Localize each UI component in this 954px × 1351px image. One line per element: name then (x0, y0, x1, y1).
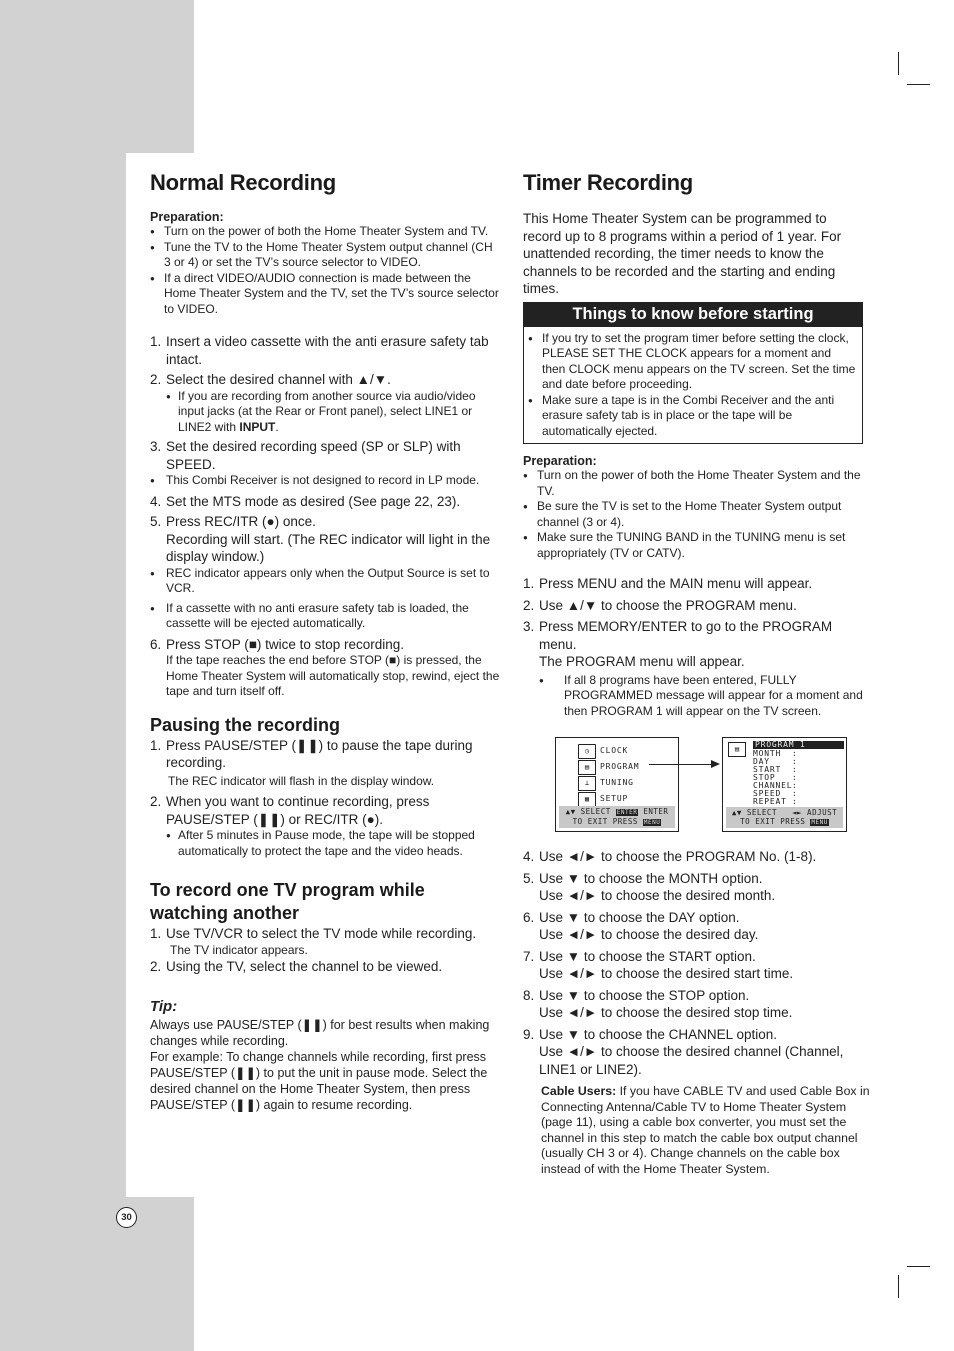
crop-mark (907, 84, 930, 85)
program-field: REPEAT: (753, 797, 798, 806)
list-item: After 5 minutes in Pause mode, the tape … (150, 828, 502, 859)
program-icon: ▤ (578, 760, 596, 775)
timer-recording-section: Timer Recording This Home Theater System… (523, 170, 871, 719)
list-item: If a direct VIDEO/AUDIO connection is ma… (150, 271, 502, 318)
arrow-head-icon (711, 760, 720, 768)
step-item: 1. Press MENU and the MAIN menu will appe… (523, 576, 813, 591)
step-item: 6. Use ▼ to choose the DAY option. Use ◄/►… (523, 909, 759, 943)
step-item: 3. Press MEMORY/ENTER to go to the PROGRA… (523, 619, 833, 652)
timer-steps: 4. Use ◄/► to choose the PROGRAM No. (1-8… (523, 848, 871, 1177)
list-item: If a cassette with no anti erasure safet… (150, 601, 502, 632)
list-item: Turn on the power of both the Home Theat… (523, 468, 871, 499)
step-item: 2. Use ▲/▼ to choose the PROGRAM menu. (523, 597, 797, 613)
step-item: 5. Use ▼ to choose the MONTH option. Use ◄… (523, 870, 776, 904)
crop-mark (898, 1275, 899, 1298)
tip-text: Always use PAUSE/STEP (❚❚) for best resu… (150, 1017, 490, 1048)
tip-text: For example: To change channels while re… (150, 1049, 488, 1112)
arrow-connector (649, 764, 713, 765)
step-note: The REC indicator will flash in the disp… (168, 773, 435, 788)
section-subtitle: To record one TV program while watching … (150, 880, 425, 923)
tip-title: Tip: (150, 997, 178, 1015)
tuning-icon: ⊥ (578, 776, 596, 791)
program-menu-screen: ▤ PROGRAM 1 MONTH: DAY: START: STOP: CHA… (722, 737, 847, 832)
page-number: 30 (116, 1207, 137, 1228)
list-item: REC indicator appears only when the Outp… (150, 566, 502, 597)
clock-icon: ◷ (578, 744, 596, 759)
step-item: 1. Press PAUSE/STEP (❚❚) to pause the tap… (150, 737, 473, 771)
section-title: Timer Recording (523, 170, 693, 195)
section-subtitle: Pausing the recording (150, 714, 341, 735)
list-item: This Combi Receiver is not designed to r… (150, 473, 502, 489)
step-note: The PROGRAM menu will appear. (539, 654, 745, 669)
menu-footer: ▲▼ SELECT ◄► ADJUST TO EXIT PRESS MENU (726, 807, 843, 828)
menu-item: SETUP (600, 794, 629, 803)
crop-mark (907, 1266, 930, 1267)
menu-item: TUNING (600, 778, 634, 787)
list-item: If you are recording from another source… (150, 389, 502, 436)
cable-users-note: Cable Users: If you have CABLE TV and us… (541, 1084, 870, 1176)
step-item: 2. When you want to continue recording, p… (150, 794, 430, 827)
step-item: 2. Select the desired channel with ▲/▼. (150, 372, 391, 387)
list-item: If you try to set the program timer befo… (528, 331, 856, 393)
list-item: Turn on the power of both the Home Theat… (150, 224, 502, 240)
step-item: 7. Use ▼ to choose the START option. Use ◄… (523, 948, 794, 982)
step-item: 4. Use ◄/► to choose the PROGRAM No. (1-8… (523, 849, 817, 864)
margin-block-top (0, 0, 194, 153)
main-menu-screen: ◷ CLOCK ▤ PROGRAM ⊥ TUNING ▦ SETUP ▲▼ SE… (555, 737, 679, 832)
list-item: Make sure the TUNING BAND in the TUNING … (523, 530, 871, 561)
step-item: 8. Use ▼ to choose the STOP option. Use ◄/… (523, 987, 793, 1021)
step-item: 6. Press STOP (■) twice to stop recording… (150, 636, 404, 652)
info-box-title: Things to know before starting (524, 302, 862, 327)
step-note: Recording will start. (The REC indicator… (166, 531, 491, 565)
program-icon: ▤ (728, 742, 746, 757)
preparation-label: Preparation: (150, 210, 224, 224)
setup-icon: ▦ (578, 792, 596, 807)
info-box: Things to know before starting If you tr… (523, 301, 863, 444)
margin-block-side (0, 153, 126, 1198)
list-item: Tune the TV to the Home Theater System o… (150, 240, 502, 271)
step-item: 3. Set the desired recording speed (SP or… (150, 439, 461, 472)
preparation-label: Preparation: (523, 454, 597, 468)
margin-block-bottom (0, 1197, 194, 1351)
step-item: 5. Press REC/ITR (●) once. (150, 514, 316, 529)
step-item: 9. Use ▼ to choose the CHANNEL option. Use… (523, 1026, 844, 1077)
normal-recording-section: Normal Recording Preparation: Turn on th… (150, 170, 502, 1113)
section-title: Normal Recording (150, 170, 336, 195)
menu-footer: ▲▼ SELECT ENTER ENTER TO EXIT PRESS MENU (559, 806, 675, 828)
menu-item: CLOCK (600, 746, 629, 755)
step-item: 2. Using the TV, select the channel to be… (150, 959, 443, 974)
list-item: Make sure a tape is in the Combi Receive… (528, 393, 856, 440)
list-item: Be sure the TV is set to the Home Theate… (523, 499, 871, 530)
step-item: 1. Use TV/VCR to select the TV mode while… (150, 926, 477, 941)
step-item: 1. Insert a video cassette with the anti … (150, 334, 489, 367)
menu-item: PROGRAM (600, 762, 640, 771)
step-item: 4. Set the MTS mode as desired (See page … (150, 493, 461, 509)
step-note: If the tape reaches the end before STOP … (166, 653, 500, 698)
crop-mark (898, 52, 899, 75)
step-note: The TV indicator appears. (170, 942, 308, 957)
intro-text: This Home Theater System can be programm… (523, 211, 842, 296)
program-header: PROGRAM 1 (753, 741, 844, 749)
list-item: If all 8 programs have been entered, FUL… (523, 673, 871, 720)
